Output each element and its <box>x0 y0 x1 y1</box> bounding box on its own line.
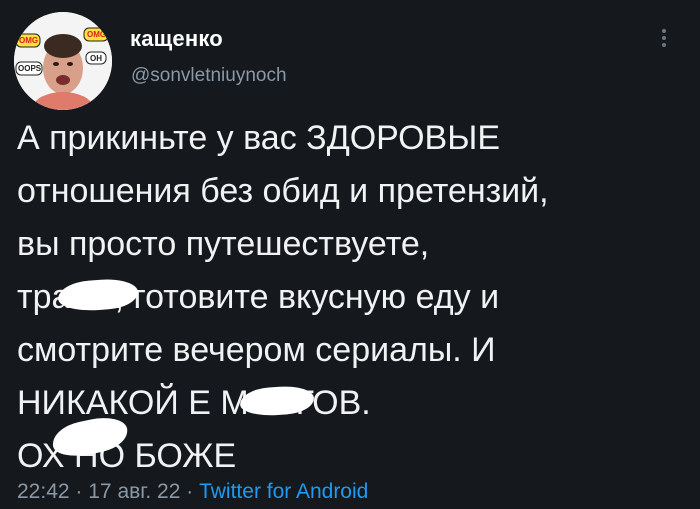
tweet-source-link[interactable]: Twitter for Android <box>199 480 368 503</box>
meta-separator: · <box>75 480 83 503</box>
meta-separator: · <box>186 480 194 503</box>
tweet-card: OMG OMG OH OOPS кащенко @sonvletniuynoch… <box>0 0 700 509</box>
avatar-sticker: OMG <box>19 36 38 45</box>
tweet-date[interactable]: 17 авг. 22 <box>88 480 180 503</box>
handle[interactable]: @sonvletniuynoch <box>131 65 287 87</box>
avatar-image: OMG OMG OH OOPS <box>14 12 112 110</box>
avatar-sticker: OOPS <box>18 64 42 73</box>
avatar-sticker: OH <box>90 54 102 63</box>
tweet-meta: 22:42 · 17 авг. 22 · Twitter for Android <box>17 480 368 504</box>
tweet-time[interactable]: 22:42 <box>17 480 70 503</box>
avatar[interactable]: OMG OMG OH OOPS <box>14 12 112 110</box>
avatar-sticker: OMG <box>87 30 106 39</box>
more-vertical-icon[interactable] <box>654 26 674 56</box>
display-name[interactable]: кащенко <box>130 26 223 52</box>
